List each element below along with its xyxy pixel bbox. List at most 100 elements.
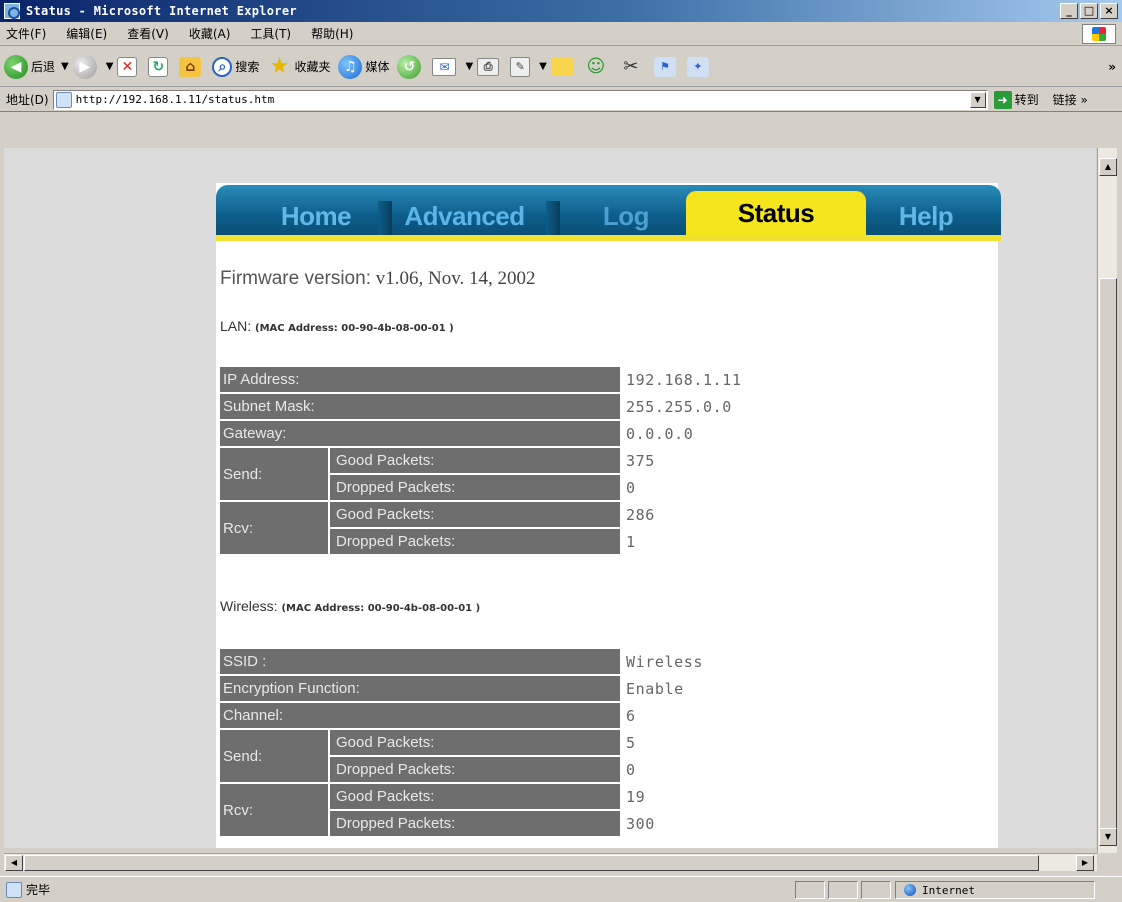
vertical-scroll-thumb[interactable] (1099, 278, 1117, 838)
status-cell (861, 881, 891, 899)
address-label: 地址(D) (6, 93, 49, 107)
table-row: Rcv: Good Packets: 19 (220, 784, 703, 836)
toolbar-more-icon[interactable]: » (1108, 60, 1116, 74)
tab-divider (378, 201, 392, 237)
forward-button[interactable]: ▶ (72, 54, 100, 79)
folder-button[interactable] (550, 57, 576, 76)
home-button[interactable]: ⌂ (179, 56, 204, 77)
horizontal-scroll-thumb[interactable] (24, 855, 1039, 871)
lightbulb-icon: ✦ (686, 56, 709, 77)
good-packets-label: Good Packets: (328, 730, 620, 755)
favorites-button[interactable]: ★ 收藏夹 (267, 54, 331, 79)
messenger-button[interactable]: ☺ (584, 55, 611, 79)
minimize-button[interactable]: _ (1060, 3, 1078, 19)
status-text: 完毕 (26, 883, 51, 897)
media-label: 媒体 (365, 60, 390, 74)
search-label: 搜索 (235, 60, 260, 74)
ssid-value: Wireless (626, 652, 704, 671)
status-cell (795, 881, 825, 899)
lan-mac: (MAC Address: 00-90-4b-08-00-01 ) (255, 323, 454, 334)
menu-edit[interactable]: 编辑(E) (66, 25, 107, 42)
scroll-left-icon[interactable]: ◀ (5, 855, 23, 871)
windows-logo-icon (1082, 24, 1116, 44)
address-dropdown-icon[interactable]: ▼ (969, 91, 986, 108)
tab-divider (546, 201, 560, 237)
scroll-up-icon[interactable]: ▲ (1099, 158, 1117, 176)
print-icon: ⎙ (477, 57, 500, 76)
menu-help[interactable]: 帮助(H) (311, 25, 353, 42)
tab-status[interactable]: Status (686, 191, 866, 235)
status-bar: 完毕 Internet (0, 876, 1122, 902)
dropped-packets-label: Dropped Packets: (328, 757, 620, 782)
mask-value: 255.255.0.0 (626, 397, 732, 416)
rcv-good-value: 19 (626, 787, 646, 806)
table-row: Subnet Mask: 255.255.0.0 (220, 394, 742, 419)
rcv-label: Rcv: (220, 502, 328, 554)
tab-help[interactable]: Help (876, 197, 976, 235)
print-button[interactable]: ⎙ (477, 57, 502, 76)
stop-button[interactable]: ✕ (117, 56, 140, 77)
refresh-button[interactable]: ↻ (148, 56, 171, 77)
globe-icon (904, 884, 916, 896)
send-good-value: 5 (626, 733, 636, 752)
research-icon: ⚑ (653, 56, 676, 77)
firmware-version: Firmware version: v1.06, Nov. 14, 2002 (220, 268, 535, 290)
menu-tools[interactable]: 工具(T) (250, 25, 291, 42)
ip-label: IP Address: (220, 367, 620, 392)
tool-icon: ✂ (623, 56, 639, 77)
back-arrow-icon: ◀ (4, 54, 28, 79)
history-icon: ↺ (397, 54, 422, 79)
extra-button[interactable]: ⚑ (653, 56, 679, 77)
media-button[interactable]: ♫ 媒体 (338, 54, 390, 79)
tab-advanced[interactable]: Advanced (392, 197, 537, 235)
go-label: 转到 (1014, 93, 1039, 107)
go-button[interactable]: ➜ 转到 (993, 90, 1039, 109)
menu-view[interactable]: 查看(V) (127, 25, 169, 42)
security-zone: Internet (895, 881, 1095, 899)
title-bar[interactable]: Status - Microsoft Internet Explorer _ □… (0, 0, 1122, 22)
mail-dropdown-icon[interactable]: ▼ (465, 61, 473, 72)
page-done-icon (6, 881, 22, 898)
wireless-table: SSID : Wireless Encryption Function: Ena… (220, 647, 703, 838)
tab-home[interactable]: Home (256, 197, 376, 235)
edit-dropdown-icon[interactable]: ▼ (539, 61, 547, 72)
channel-label: Channel: (220, 703, 620, 728)
scroll-right-icon[interactable]: ▶ (1076, 855, 1094, 871)
vertical-scrollbar[interactable]: ▲ ▼ (1097, 148, 1117, 853)
maximize-button[interactable]: □ (1080, 3, 1098, 19)
scroll-down-icon[interactable]: ▼ (1099, 828, 1117, 846)
menu-file[interactable]: 文件(F) (6, 25, 46, 42)
edit-button[interactable]: ✎ (510, 56, 533, 77)
send-good-value: 375 (626, 451, 655, 470)
table-row: Send: Good Packets: 5 (220, 730, 703, 782)
folder-icon (550, 57, 573, 76)
status-cell (828, 881, 858, 899)
address-bar: 地址(D) ▼ ➜ 转到 链接 » (0, 88, 1122, 112)
tab-log[interactable]: Log (586, 197, 666, 235)
url-input[interactable] (75, 93, 956, 106)
firmware-value: v1.06, Nov. 14, 2002 (375, 268, 536, 289)
back-dropdown-icon[interactable]: ▼ (61, 61, 69, 72)
table-row: IP Address: 192.168.1.11 (220, 367, 742, 392)
search-button[interactable]: ⌕ 搜索 (212, 56, 260, 77)
table-row: Encryption Function: Enable (220, 676, 703, 701)
menu-favorites[interactable]: 收藏(A) (189, 25, 231, 42)
mail-button[interactable]: ✉ (432, 57, 459, 76)
extra-button-2[interactable]: ✦ (686, 56, 712, 77)
messenger-icon: ☺ (586, 56, 606, 77)
mask-label: Subnet Mask: (220, 394, 620, 419)
horizontal-scrollbar[interactable]: ◀ ▶ (4, 853, 1097, 871)
gateway-value: 0.0.0.0 (626, 424, 694, 443)
tool-button[interactable]: ✂ (619, 55, 646, 79)
forward-arrow-icon: ▶ (72, 54, 97, 79)
forward-dropdown-icon[interactable]: ▼ (106, 61, 114, 72)
close-button[interactable]: × (1100, 3, 1118, 19)
lan-table: IP Address: 192.168.1.11 Subnet Mask: 25… (220, 365, 742, 556)
history-button[interactable]: ↺ (397, 54, 424, 79)
address-field[interactable]: ▼ (52, 89, 988, 110)
encryption-label: Encryption Function: (220, 676, 620, 701)
rcv-dropped-value: 1 (626, 532, 636, 551)
links-button[interactable]: 链接 » (1053, 91, 1088, 108)
dropped-packets-label: Dropped Packets: (328, 475, 620, 500)
back-button[interactable]: ◀ 后退 (4, 54, 55, 79)
